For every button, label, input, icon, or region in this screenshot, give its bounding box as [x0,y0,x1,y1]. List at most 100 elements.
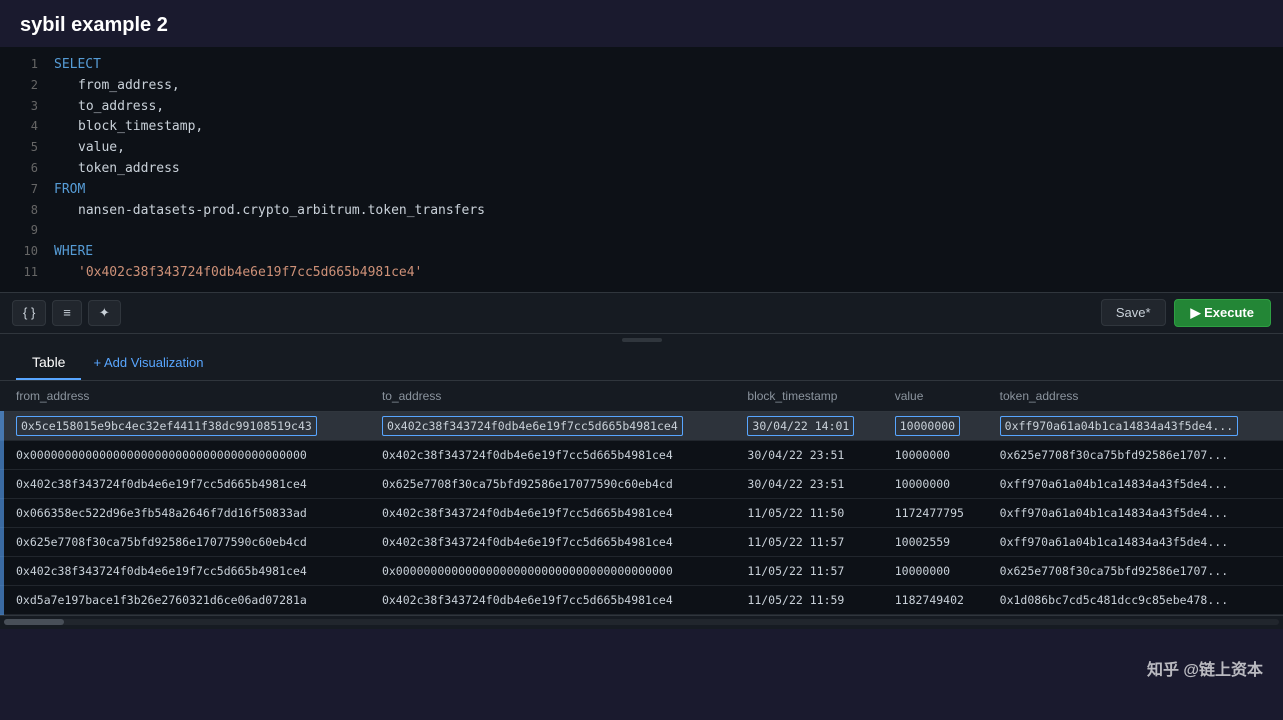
code-line-10: 10 WHERE [0,242,1283,263]
cell-row4-col2: 11/05/22 11:57 [735,527,882,556]
results-area: Table + Add Visualization from_address t… [0,346,1283,629]
json-view-button[interactable]: { } [12,300,46,326]
cell-row2-col1: 0x625e7708f30ca75bfd92586e17077590c60eb4… [370,469,735,498]
cell-row0-col0: 0x5ce158015e9bc4ec32ef4411f38dc99108519c… [0,411,370,440]
code-field-value: value, [78,138,125,159]
line-num-10: 10 [10,242,38,261]
cell-row6-col1: 0x402c38f343724f0db4e6e19f7cc5d665b4981c… [370,585,735,614]
line-num-4: 4 [10,117,38,136]
toolbar: { } ≡ ✦ Save* ▶ Execute [0,293,1283,334]
code-line-6: 6 token_address [0,159,1283,180]
cell-row0-col3: 10000000 [883,411,988,440]
cell-row3-col1: 0x402c38f343724f0db4e6e19f7cc5d665b4981c… [370,498,735,527]
cell-row6-col2: 11/05/22 11:59 [735,585,882,614]
save-button[interactable]: Save* [1101,299,1166,326]
table-row[interactable]: 0x5ce158015e9bc4ec32ef4411f38dc99108519c… [0,411,1283,440]
col-header-from-address: from_address [0,381,370,412]
code-field-to: to_address, [78,97,164,118]
code-line-9: 9 [0,221,1283,242]
cell-row6-col0: 0xd5a7e197bace1f3b26e2760321d6ce06ad0728… [0,585,370,614]
editor-area: 1 SELECT 2 from_address, 3 to_address, 4… [0,47,1283,293]
cell-row2-col4: 0xff970a61a04b1ca14834a43f5de4... [988,469,1283,498]
line-num-11: 11 [10,263,38,282]
toolbar-right: Save* ▶ Execute [1101,299,1271,327]
cell-row3-col2: 11/05/22 11:50 [735,498,882,527]
scrollbar-thumb[interactable] [4,619,64,625]
table-row[interactable]: 0xd5a7e197bace1f3b26e2760321d6ce06ad0728… [0,585,1283,614]
cell-row5-col0: 0x402c38f343724f0db4e6e19f7cc5d665b4981c… [0,556,370,585]
divider-grip [622,338,662,342]
code-keyword-from: FROM [54,180,85,201]
tab-table[interactable]: Table [16,346,81,380]
results-table: from_address to_address block_timestamp … [0,381,1283,615]
code-line-1: 1 SELECT [0,55,1283,76]
code-editor[interactable]: 1 SELECT 2 from_address, 3 to_address, 4… [0,47,1283,292]
cell-row1-col1: 0x402c38f343724f0db4e6e19f7cc5d665b4981c… [370,440,735,469]
resize-handle[interactable] [0,334,1283,346]
line-num-7: 7 [10,180,38,199]
code-field-from: from_address, [78,76,180,97]
cell-row4-col0: 0x625e7708f30ca75bfd92586e17077590c60eb4… [0,527,370,556]
table-row[interactable]: 0x402c38f343724f0db4e6e19f7cc5d665b4981c… [0,556,1283,585]
cell-row1-col2: 30/04/22 23:51 [735,440,882,469]
code-line-5: 5 value, [0,138,1283,159]
cell-row5-col2: 11/05/22 11:57 [735,556,882,585]
cell-row0-col2: 30/04/22 14:01 [735,411,882,440]
code-field-ts: block_timestamp, [78,117,203,138]
watermark: 知乎 @链上资本 [1147,656,1263,680]
col-header-token-address: token_address [988,381,1283,412]
cell-row3-col3: 1172477795 [883,498,988,527]
left-edge-indicator [0,381,4,615]
cell-row6-col3: 1182749402 [883,585,988,614]
table-row[interactable]: 0x00000000000000000000000000000000000000… [0,440,1283,469]
line-num-9: 9 [10,221,38,240]
table-row[interactable]: 0x402c38f343724f0db4e6e19f7cc5d665b4981c… [0,469,1283,498]
scrollbar-track [4,619,1279,625]
cell-row0-col4: 0xff970a61a04b1ca14834a43f5de4... [988,411,1283,440]
cell-row0-col1: 0x402c38f343724f0db4e6e19f7cc5d665b4981c… [370,411,735,440]
line-num-5: 5 [10,138,38,157]
toolbar-left: { } ≡ ✦ [12,300,121,326]
cell-row4-col4: 0xff970a61a04b1ca14834a43f5de4... [988,527,1283,556]
cell-row6-col4: 0x1d086bc7cd5c481dcc9c85ebe478... [988,585,1283,614]
code-keyword-select: SELECT [54,55,101,76]
cell-row2-col0: 0x402c38f343724f0db4e6e19f7cc5d665b4981c… [0,469,370,498]
line-num-3: 3 [10,97,38,116]
line-num-6: 6 [10,159,38,178]
execute-button[interactable]: ▶ Execute [1174,299,1271,327]
cell-row3-col0: 0x066358ec522d96e3fb548a2646f7dd16f50833… [0,498,370,527]
cell-row5-col4: 0x625e7708f30ca75bfd92586e1707... [988,556,1283,585]
list-view-button[interactable]: ≡ [52,300,82,326]
code-line-2: 2 from_address, [0,76,1283,97]
cell-row2-col2: 30/04/22 23:51 [735,469,882,498]
code-where-value: '0x402c38f343724f0db4e6e19f7cc5d665b4981… [78,263,422,284]
cell-row1-col0: 0x00000000000000000000000000000000000000… [0,440,370,469]
line-num-8: 8 [10,201,38,220]
results-table-container[interactable]: from_address to_address block_timestamp … [0,381,1283,615]
horizontal-scrollbar[interactable] [0,615,1283,629]
code-line-4: 4 block_timestamp, [0,117,1283,138]
table-header-row: from_address to_address block_timestamp … [0,381,1283,412]
tabs-bar: Table + Add Visualization [0,346,1283,381]
star-button[interactable]: ✦ [88,300,121,326]
cell-row2-col3: 10000000 [883,469,988,498]
code-line-11: 11 '0x402c38f343724f0db4e6e19f7cc5d665b4… [0,263,1283,284]
code-table-name: nansen-datasets-prod.crypto_arbitrum.tok… [78,201,485,222]
code-keyword-where: WHERE [54,242,93,263]
code-line-3: 3 to_address, [0,97,1283,118]
cell-row5-col3: 10000000 [883,556,988,585]
add-visualization-button[interactable]: + Add Visualization [81,347,215,378]
table-row[interactable]: 0x625e7708f30ca75bfd92586e17077590c60eb4… [0,527,1283,556]
code-line-8: 8 nansen-datasets-prod.crypto_arbitrum.t… [0,201,1283,222]
page-title: sybil example 2 [0,0,1283,47]
cell-row1-col3: 10000000 [883,440,988,469]
code-empty-9 [54,221,62,242]
col-header-to-address: to_address [370,381,735,412]
cell-row3-col4: 0xff970a61a04b1ca14834a43f5de4... [988,498,1283,527]
code-line-7: 7 FROM [0,180,1283,201]
table-row[interactable]: 0x066358ec522d96e3fb548a2646f7dd16f50833… [0,498,1283,527]
cell-row4-col1: 0x402c38f343724f0db4e6e19f7cc5d665b4981c… [370,527,735,556]
line-num-1: 1 [10,55,38,74]
code-field-token: token_address [78,159,180,180]
cell-row5-col1: 0x00000000000000000000000000000000000000… [370,556,735,585]
